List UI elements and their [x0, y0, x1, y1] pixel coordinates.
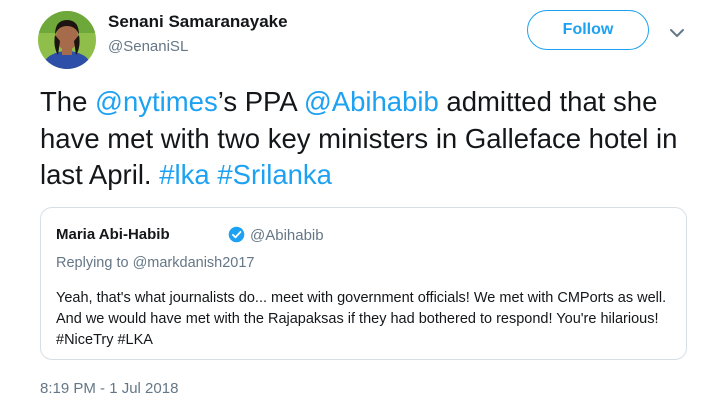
hashtag-lka-link[interactable]: #lka: [159, 159, 209, 190]
quoted-author-handle: @Abihabib: [250, 227, 324, 244]
verified-badge-icon: [228, 226, 245, 243]
chevron-down-icon[interactable]: [668, 26, 686, 40]
profile-photo: [38, 11, 96, 69]
author-handle[interactable]: @SenaniSL: [108, 38, 188, 55]
hashtag-srilanka-link[interactable]: #Srilanka: [217, 159, 332, 190]
tweet-text-segment: The: [40, 86, 96, 117]
mention-abihabib-link[interactable]: @Abihabib: [304, 86, 439, 117]
avatar[interactable]: [38, 11, 96, 69]
follow-button[interactable]: Follow: [527, 10, 649, 50]
author-display-name[interactable]: Senani Samaranayake: [108, 12, 288, 32]
tweet-text: The @nytimes’s PPA @Abihabib admitted th…: [40, 84, 690, 194]
tweet-timestamp[interactable]: 8:19 PM - 1 Jul 2018: [40, 380, 178, 397]
quoted-author-name: Maria Abi-Habib: [56, 226, 170, 243]
replying-to-label: Replying to @markdanish2017: [56, 255, 255, 271]
quoted-tweet-text: Yeah, that's what journalists do... meet…: [56, 290, 667, 348]
tweet-text-segment: ’s PPA: [217, 86, 304, 117]
mention-nytimes-link[interactable]: @nytimes: [95, 86, 218, 117]
quoted-tweet-card[interactable]: Maria Abi-Habib @Abihabib Replying to @m…: [40, 207, 687, 360]
